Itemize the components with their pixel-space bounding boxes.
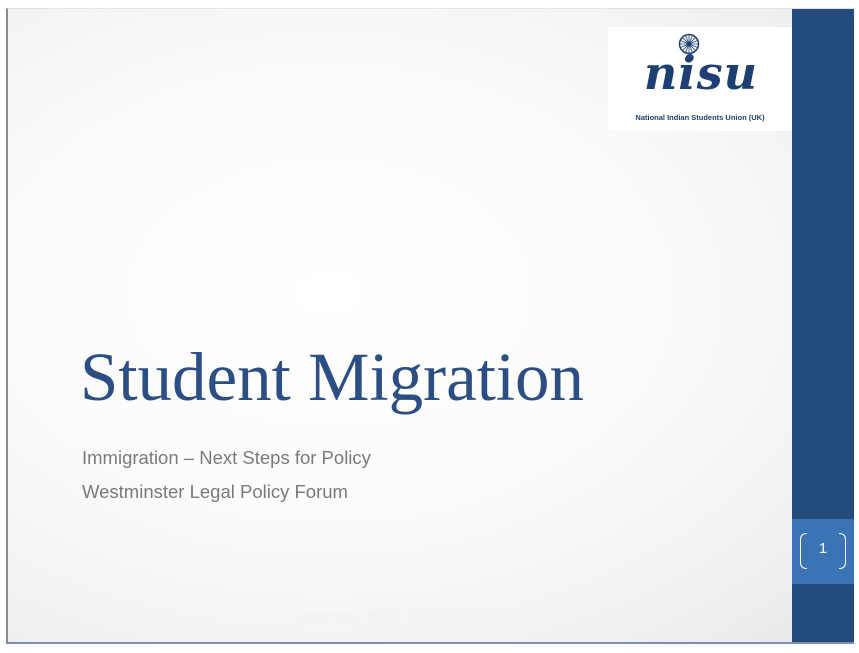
slide-footer: Sanam Arora, National Indian Students Un…: [295, 609, 507, 621]
sidebar-accent-bar: 1: [792, 9, 854, 642]
right-bracket-icon: [839, 533, 846, 569]
nisu-logo: nisu National Indian Students Union (UK): [608, 27, 792, 131]
subtitle-line: Westminster Legal Policy Forum: [82, 481, 348, 502]
page: nisu National Indian Students Union (UK)…: [0, 0, 859, 653]
logo-wordmark: nisu: [643, 46, 759, 100]
presentation-slide: nisu National Indian Students Union (UK)…: [6, 8, 854, 644]
subtitle-line: Immigration – Next Steps for Policy: [82, 447, 371, 468]
slide-subtitle: Immigration – Next Steps for Policy West…: [82, 441, 371, 509]
slide-title: Student Migration: [80, 339, 585, 415]
page-number-box: 1: [792, 519, 854, 584]
logo-caption: National Indian Students Union (UK): [635, 113, 765, 122]
